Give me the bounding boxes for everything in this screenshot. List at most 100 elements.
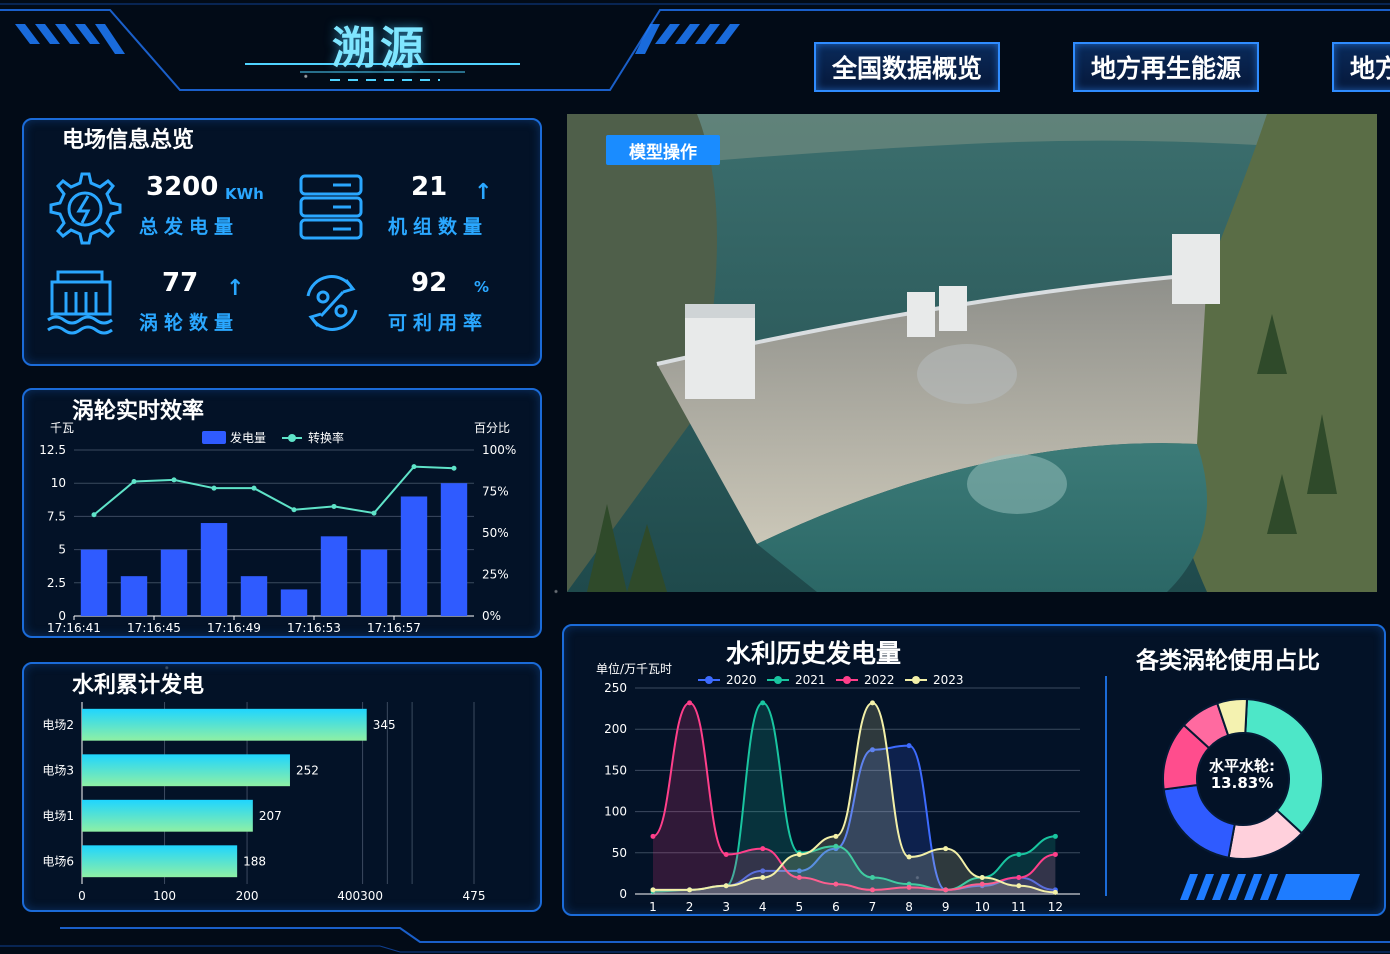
series-point: [1052, 851, 1058, 857]
y-tick: 2.5: [47, 576, 66, 590]
series-point: [687, 887, 693, 893]
legend-label: 2022: [864, 673, 895, 687]
server-icon: [299, 174, 363, 240]
series-point: [1052, 833, 1058, 839]
x-tick: 1: [649, 900, 657, 914]
bar: [80, 549, 108, 616]
rate-point: [331, 503, 337, 509]
y2-tick: 25%: [482, 568, 509, 582]
legend-marker: [843, 676, 851, 684]
series-point: [760, 875, 766, 881]
legend-label: 2020: [726, 673, 757, 687]
series-point: [979, 875, 985, 881]
hbar-value: 345: [373, 718, 396, 732]
stat-units-value: 21: [411, 172, 448, 202]
x-tick: 200: [236, 889, 259, 903]
hbar-category: 电场3: [42, 763, 74, 777]
rate-point: [131, 479, 137, 485]
series-point: [869, 700, 875, 706]
legend-label: 2023: [933, 673, 964, 687]
y2-tick: 50%: [482, 526, 509, 540]
hbar-value: 207: [259, 809, 282, 823]
y-tick: 250: [604, 681, 627, 695]
y2-tick: 100%: [482, 443, 516, 457]
hbar-value: 188: [243, 854, 266, 868]
rate-point: [91, 512, 97, 518]
x-tick: 2: [686, 900, 694, 914]
legend-swatch-power: [202, 431, 226, 444]
stat-units-arrow: ↑: [474, 180, 493, 205]
y-tick: 50: [612, 846, 627, 860]
stat-availability-label: 可利用率: [388, 312, 489, 334]
y-tick: 10: [51, 476, 66, 490]
model-operation-button[interactable]: 模型操作: [606, 135, 720, 165]
x-tick: 475: [463, 889, 486, 903]
y-axis-label: 千瓦: [50, 421, 74, 435]
x-tick: 17:16:49: [207, 621, 261, 635]
series-point: [760, 846, 766, 852]
nav-local-renewable[interactable]: 地方再生能源: [1073, 42, 1260, 92]
x-tick: 12: [1048, 900, 1063, 914]
x-tick: 17:16:53: [287, 621, 341, 635]
x-tick: 10: [975, 900, 990, 914]
footer-frame: [0, 927, 1390, 953]
series-point: [650, 833, 656, 839]
stat-turbines-value: 77: [162, 268, 199, 298]
nav-local-truncated[interactable]: 地方: [1332, 42, 1390, 92]
hbar: [82, 708, 367, 741]
nav-national-overview[interactable]: 全国数据概览: [814, 42, 1001, 92]
stat-availability-value: 92: [411, 268, 448, 298]
share-center-label: 水平水轮:: [1209, 757, 1275, 775]
overview-title: 电场信息总览: [62, 128, 195, 153]
x-tick: 8: [905, 900, 913, 914]
series-point: [723, 851, 729, 857]
stat-total-power-value: 3200: [146, 172, 219, 202]
series-point: [650, 887, 656, 893]
series-point: [1016, 883, 1022, 889]
y-tick: 100: [604, 805, 627, 819]
hbar-category: 电场1: [42, 809, 74, 823]
legend-label: 2021: [795, 673, 826, 687]
percent-cycle-icon: [306, 275, 358, 331]
series-point: [760, 700, 766, 706]
donut-slice: [1162, 783, 1236, 859]
share-center-text: 水平水轮: 13.83%: [1196, 758, 1288, 792]
y-tick: 150: [604, 763, 627, 777]
series-point: [1016, 875, 1022, 881]
x-tick: 6: [832, 900, 840, 914]
bar: [160, 549, 188, 616]
x-tick: 17:16:41: [47, 621, 101, 635]
stat-total-power-label: 总发电量: [139, 216, 240, 238]
series-point: [1016, 851, 1022, 857]
bar: [120, 576, 148, 616]
x-tick: 4: [759, 900, 767, 914]
stripe-decoration: [1180, 874, 1360, 900]
x-tick: 3: [722, 900, 730, 914]
legend-marker: [705, 676, 713, 684]
x-tick: 17:16:45: [127, 621, 181, 635]
y-tick: 0: [619, 887, 627, 901]
y-tick: 200: [604, 722, 627, 736]
stat-turbines-arrow: ↑: [226, 276, 245, 301]
rate-line: [93, 465, 455, 516]
hbar-category: 电场6: [42, 854, 74, 868]
stat-availability-unit: %: [474, 278, 490, 296]
bar: [280, 589, 308, 616]
series-point: [1052, 889, 1058, 895]
y2-axis-label: 百分比: [474, 421, 510, 435]
series-point: [943, 846, 949, 852]
hbar-value: 252: [296, 763, 319, 777]
cumulative-chart: 345 电场2 252 电场3 207 电场1 188 电场6 0 100 200 400300 475: [42, 702, 486, 903]
stat-total-power-unit: KWh: [225, 185, 264, 203]
dam-scene-image[interactable]: [567, 114, 1377, 592]
share-center-value: 13.83%: [1210, 774, 1274, 792]
legend-marker: [774, 676, 782, 684]
hbar-category: 电场2: [42, 718, 74, 732]
bar: [200, 523, 228, 616]
hbar: [82, 845, 238, 878]
y-tick: 7.5: [47, 509, 66, 523]
legend-label-power: 发电量: [230, 430, 266, 445]
hbar: [82, 799, 253, 832]
share-title: 各类涡轮使用占比: [1136, 648, 1320, 674]
y-tick: 5: [58, 543, 66, 557]
